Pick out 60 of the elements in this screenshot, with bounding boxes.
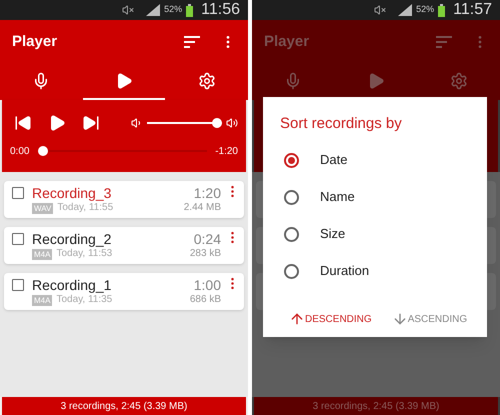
order-button[interactable]: ASCENDING	[392, 311, 468, 327]
recording-card[interactable]: Recording_3 WAV Today, 11:55 1:20 2.44 MB	[4, 181, 244, 218]
checkbox[interactable]	[12, 233, 24, 245]
clock: 11:57	[453, 0, 492, 20]
format-tag: M4A	[32, 294, 52, 306]
duration: 0:24	[194, 231, 221, 248]
recording-date: Today, 11:55	[57, 202, 114, 214]
recording-date: Today, 11:53	[56, 248, 112, 260]
next-icon[interactable]	[82, 114, 100, 132]
remaining-time: -1:20	[215, 144, 238, 158]
file-size: 283 kB	[190, 248, 221, 260]
checkbox[interactable]	[12, 187, 24, 199]
option-label[interactable]: Name	[320, 187, 355, 207]
sort-icon[interactable]	[184, 36, 200, 48]
format-tag: M4A	[32, 248, 52, 260]
volume-high-icon	[226, 116, 238, 128]
dialog-title: Sort recordings by	[280, 114, 403, 134]
volume-low-icon	[131, 116, 143, 128]
muted-icon	[374, 4, 386, 16]
file-size: 686 kB	[190, 294, 221, 306]
recording-card[interactable]: Recording_2 M4A Today, 11:53 0:24 283 kB	[4, 227, 244, 264]
radio-button[interactable]	[284, 190, 299, 204]
order-button[interactable]: DESCENDING	[289, 311, 372, 327]
battery-percent: 52%	[164, 3, 182, 16]
format-tag: WAV	[32, 202, 54, 214]
play-icon	[367, 72, 385, 90]
settings-icon	[198, 72, 216, 90]
play-icon[interactable]	[48, 114, 66, 132]
settings-icon	[450, 72, 468, 90]
signal-icon	[146, 4, 160, 16]
recording-name: Recording_1	[32, 277, 112, 294]
app-title: Player	[264, 32, 310, 52]
app-title: Player	[12, 32, 58, 52]
recording-name: Recording_3	[32, 185, 112, 202]
checkbox[interactable]	[12, 279, 24, 291]
play-icon	[115, 72, 133, 90]
signal-icon	[398, 4, 412, 16]
duration: 1:00	[194, 277, 221, 294]
option-label[interactable]: Date	[320, 150, 348, 170]
volume-handle[interactable]	[212, 118, 222, 128]
elapsed-time: 0:00	[10, 144, 30, 158]
clock: 11:56	[201, 0, 240, 20]
summary-text: 3 recordings, 2:45 (3.39 MB)	[60, 400, 188, 414]
recording-date: Today, 11:35	[56, 294, 112, 306]
option-label[interactable]: Size	[320, 224, 346, 244]
previous-icon[interactable]	[14, 114, 32, 132]
summary-text: 3 recordings, 2:45 (3.39 MB)	[312, 400, 440, 414]
recording-name: Recording_2	[32, 231, 112, 248]
radio-button[interactable]	[284, 264, 299, 278]
recording-card[interactable]: Recording_1 M4A Today, 11:35 1:00 686 kB	[4, 273, 244, 310]
battery-percent: 52%	[416, 3, 434, 16]
progress-handle[interactable]	[38, 146, 48, 156]
muted-icon	[122, 4, 134, 16]
file-size: 2.44 MB	[184, 202, 221, 214]
battery-icon	[438, 4, 446, 16]
radio-button[interactable]	[284, 226, 299, 242]
battery-icon	[186, 4, 194, 16]
duration: 1:20	[194, 185, 221, 202]
radio-button[interactable]	[284, 152, 299, 168]
option-label[interactable]: Duration	[320, 261, 370, 281]
